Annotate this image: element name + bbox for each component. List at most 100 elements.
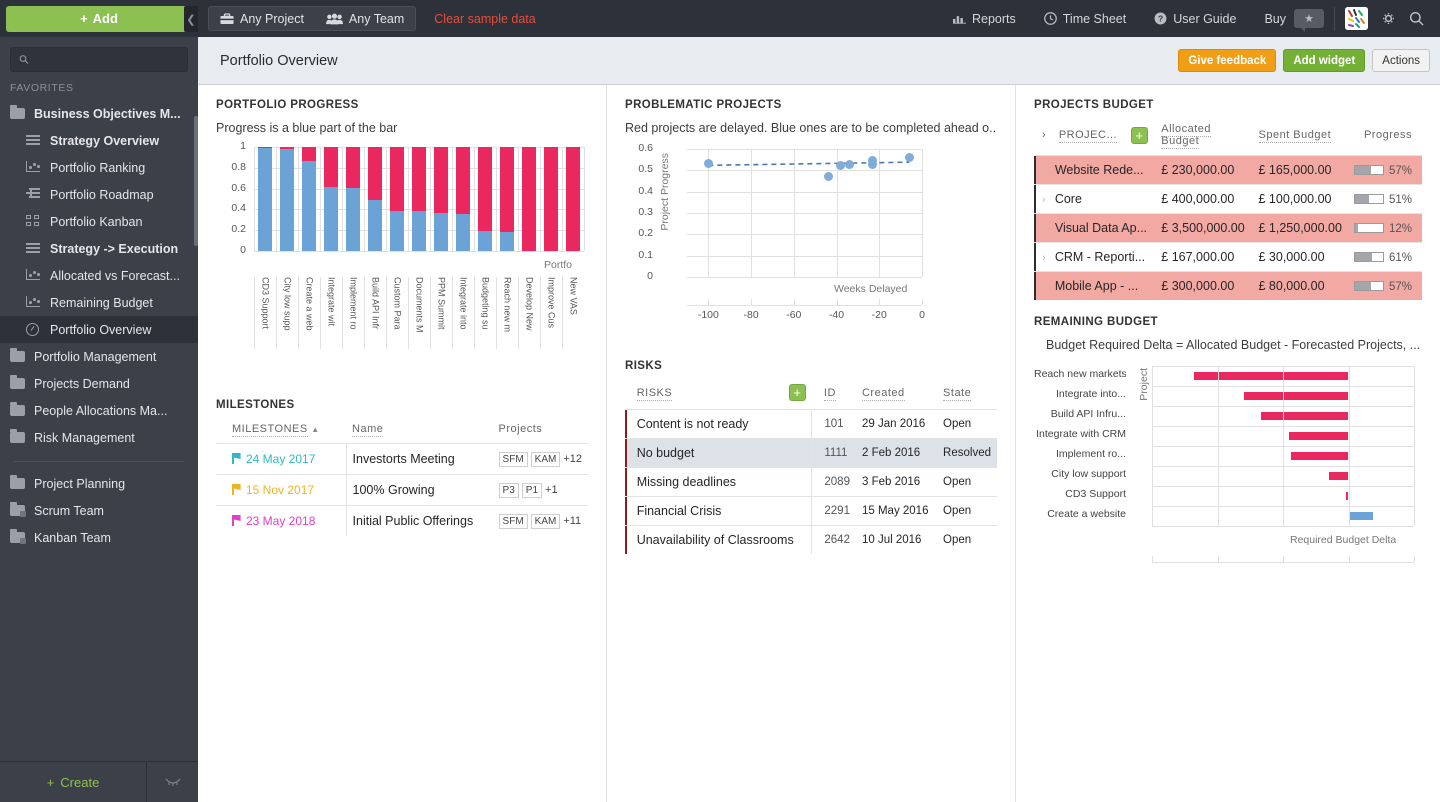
- team-filter-button[interactable]: Any Team: [315, 6, 415, 31]
- more-count[interactable]: +1: [545, 484, 558, 496]
- hbar[interactable]: [1328, 472, 1349, 480]
- give-feedback-button[interactable]: Give feedback: [1178, 49, 1277, 72]
- table-row[interactable]: › Mobile App - ... £ 300,000.00 £ 80,000.00…: [1034, 271, 1422, 300]
- sidebar-item-kanban-team[interactable]: Kanban Team: [0, 524, 198, 551]
- sidebar-search[interactable]: [10, 47, 188, 72]
- row-expand-toggle[interactable]: ›: [1035, 271, 1053, 300]
- bar[interactable]: [386, 147, 408, 251]
- bar[interactable]: [474, 147, 496, 251]
- app-logo-icon[interactable]: [1345, 7, 1368, 30]
- add-risk-button[interactable]: +: [788, 384, 806, 401]
- scatter-point[interactable]: [836, 160, 846, 170]
- scatter-point[interactable]: [904, 152, 914, 162]
- sidebar-item-risk-management[interactable]: Risk Management: [0, 424, 198, 451]
- more-count[interactable]: +12: [563, 453, 582, 465]
- col-name[interactable]: Name: [346, 421, 493, 444]
- bar[interactable]: [518, 147, 540, 251]
- bar[interactable]: [320, 147, 342, 251]
- sidebar-collapse-button[interactable]: ❮: [184, 6, 198, 32]
- sidebar-item-portfolio-roadmap[interactable]: Portfolio Roadmap: [0, 181, 198, 208]
- project-chip[interactable]: SFM: [498, 452, 528, 467]
- row-expand-toggle[interactable]: ›: [1035, 242, 1053, 272]
- project-chip[interactable]: KAM: [530, 452, 561, 467]
- add-button[interactable]: + Add: [6, 5, 192, 32]
- col-milestones[interactable]: MILESTONES ▲: [216, 421, 346, 444]
- project-chip[interactable]: SFM: [498, 514, 528, 529]
- project-chip[interactable]: P3: [498, 483, 519, 498]
- time-sheet-button[interactable]: Time Sheet: [1030, 0, 1140, 37]
- row-expand-toggle[interactable]: ›: [1035, 213, 1053, 243]
- star-badge[interactable]: ★: [1294, 9, 1324, 32]
- sidebar-item-scrum-team[interactable]: Scrum Team: [0, 497, 198, 524]
- global-search-button[interactable]: [1409, 0, 1428, 37]
- hbar[interactable]: [1290, 452, 1349, 460]
- sidebar-item-portfolio-overview[interactable]: Portfolio Overview: [0, 316, 198, 343]
- sidebar-item-projects-demand[interactable]: Projects Demand: [0, 370, 198, 397]
- reports-button[interactable]: Reports: [939, 0, 1030, 37]
- table-row[interactable]: › Core £ 400,000.00 £ 100,000.00 51%: [1034, 184, 1422, 214]
- row-expand-toggle[interactable]: ›: [1035, 155, 1053, 185]
- project-chip[interactable]: P1: [521, 483, 543, 498]
- col-id[interactable]: ID: [812, 382, 856, 410]
- bar[interactable]: [254, 147, 276, 251]
- bar[interactable]: [452, 147, 474, 251]
- row-expand-toggle[interactable]: ›: [1035, 184, 1053, 214]
- buy-button[interactable]: Buy: [1250, 0, 1294, 37]
- bar[interactable]: [430, 147, 452, 251]
- actions-button[interactable]: Actions: [1372, 49, 1430, 72]
- sidebar-item-portfolio-management[interactable]: Portfolio Management: [0, 343, 198, 370]
- clear-sample-data-link[interactable]: Clear sample data: [434, 12, 535, 26]
- table-row[interactable]: › Website Rede... £ 230,000.00 £ 165,000.00…: [1034, 155, 1422, 185]
- sidebar-item-remaining-budget[interactable]: Remaining Budget: [0, 289, 198, 316]
- project-filter-button[interactable]: Any Project: [209, 6, 315, 31]
- table-row[interactable]: 23 May 2018 Initial Public Offerings SFM KA…: [216, 505, 588, 536]
- bar[interactable]: [540, 147, 562, 251]
- table-row[interactable]: Financial Crisis 2291 15 May 2016 Open: [625, 496, 997, 526]
- sidebar-item-portfolio-kanban[interactable]: Portfolio Kanban: [0, 208, 198, 235]
- col-project[interactable]: PROJEC...: [1053, 121, 1124, 156]
- bar[interactable]: [276, 147, 298, 251]
- hbar[interactable]: [1348, 512, 1373, 520]
- hbar[interactable]: [1288, 432, 1349, 440]
- problematic-projects-chart[interactable]: 0.6 0.5 0.4 0.3 0.2 0.1 0 Project Progress -100-…: [625, 141, 997, 346]
- remaining-budget-chart[interactable]: Project Reach new markets Integrate into..…: [1034, 358, 1422, 588]
- table-row[interactable]: 24 May 2017 Investorts Meeting SFM KAM +12: [216, 443, 588, 475]
- table-row[interactable]: Missing deadlines 2089 3 Feb 2016 Open: [625, 467, 997, 497]
- bar[interactable]: [496, 147, 518, 251]
- sidebar-item-strategy-overview[interactable]: Strategy Overview: [0, 127, 198, 154]
- scatter-point[interactable]: [823, 171, 833, 181]
- col-created[interactable]: Created: [856, 382, 937, 410]
- scatter-point[interactable]: [703, 158, 713, 168]
- portfolio-progress-chart[interactable]: 10.80.60.40.20ProgressPortfoCD3 SupportC…: [216, 140, 588, 381]
- col-risks[interactable]: RISKS: [627, 382, 782, 410]
- search-input[interactable]: [34, 52, 179, 67]
- sidebar-item-allocated-vs-forecast[interactable]: Allocated vs Forecast...: [0, 262, 198, 289]
- col-state[interactable]: State: [937, 382, 997, 410]
- sidebar-item-project-planning[interactable]: Project Planning: [0, 470, 198, 497]
- col-expand[interactable]: ›: [1036, 121, 1053, 156]
- more-count[interactable]: +11: [563, 515, 581, 527]
- sidebar-item-people-allocations-ma[interactable]: People Allocations Ma...: [0, 397, 198, 424]
- table-row[interactable]: Unavailability of Classrooms 2642 10 Jul 2…: [625, 525, 997, 554]
- add-project-button[interactable]: +: [1131, 126, 1149, 144]
- project-chip[interactable]: KAM: [530, 514, 561, 529]
- sidebar-item-portfolio-ranking[interactable]: Portfolio Ranking: [0, 154, 198, 181]
- bar[interactable]: [562, 147, 584, 251]
- bar[interactable]: [342, 147, 364, 251]
- bar[interactable]: [364, 147, 386, 251]
- user-guide-button[interactable]: ? User Guide: [1140, 0, 1250, 37]
- table-row[interactable]: 15 Nov 2017 100% Growing P3 P1 +1: [216, 474, 588, 506]
- col-progress[interactable]: Progress: [1348, 121, 1422, 156]
- table-row[interactable]: › CRM - Reporti... £ 167,000.00 £ 30,000.00…: [1034, 242, 1422, 272]
- sidebar-item-business-objectives-m[interactable]: Business Objectives M...: [0, 100, 198, 127]
- table-row[interactable]: No budget 1111 2 Feb 2016 Resolved: [625, 438, 997, 468]
- hbar[interactable]: [1243, 392, 1349, 400]
- bar[interactable]: [298, 147, 320, 251]
- settings-button[interactable]: [1368, 0, 1409, 37]
- table-row[interactable]: Content is not ready 101 29 Jan 2016 Open: [625, 409, 997, 439]
- resize-icon[interactable]: [147, 762, 198, 802]
- add-widget-button[interactable]: Add widget: [1283, 49, 1366, 72]
- col-spent[interactable]: Spent Budget: [1253, 121, 1348, 156]
- table-row[interactable]: › Visual Data Ap... £ 3,500,000.00 £ 1,250,…: [1034, 213, 1422, 243]
- col-allocated[interactable]: Allocated Budget: [1155, 121, 1252, 156]
